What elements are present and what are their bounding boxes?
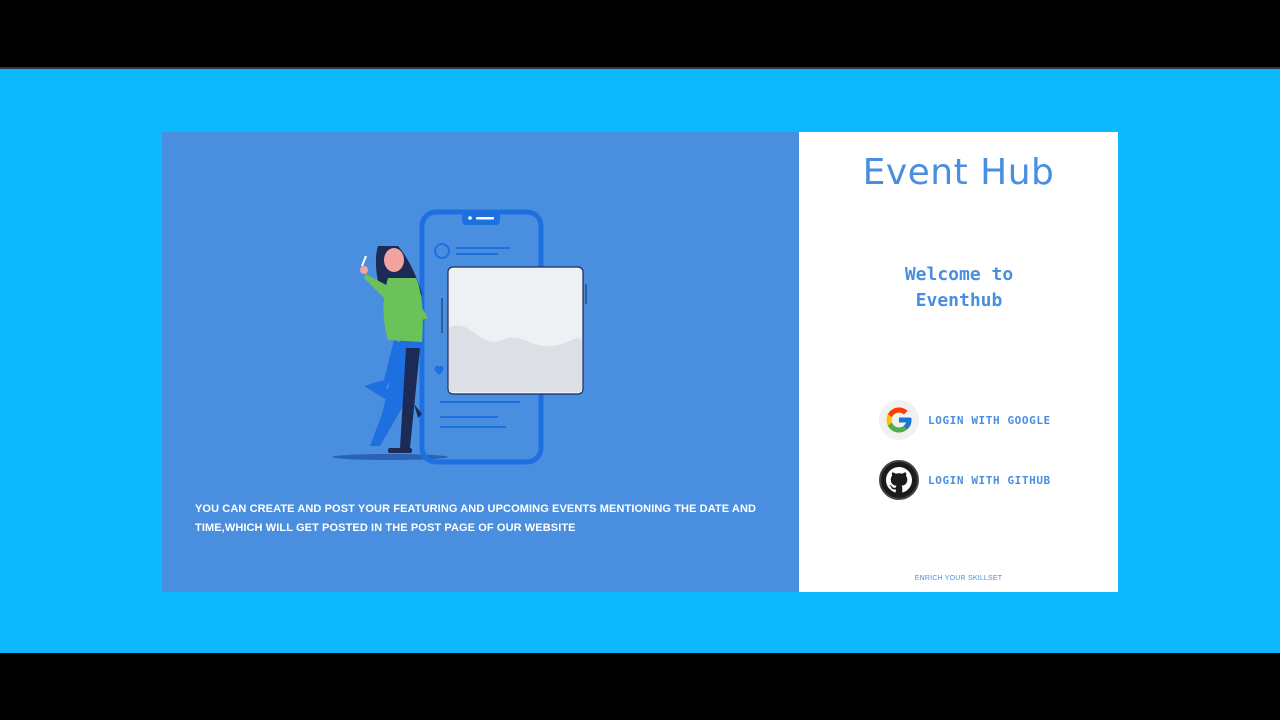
github-icon: [879, 460, 919, 500]
welcome-line-2: Eventhub: [915, 290, 1003, 311]
google-login-label: LOGIN WITH GOOGLE: [928, 413, 1051, 427]
google-icon: [879, 400, 919, 440]
login-with-github-button[interactable]: LOGIN WITH GITHUB: [879, 459, 1079, 501]
login-card: YOU CAN CREATE AND POST YOUR FEATURING A…: [162, 132, 1118, 592]
person-with-phone-illustration: [332, 209, 587, 465]
welcome-message: Welcome to Eventhub: [859, 262, 1059, 314]
feature-description: YOU CAN CREATE AND POST YOUR FEATURING A…: [195, 503, 757, 534]
login-with-google-button[interactable]: LOGIN WITH GOOGLE: [879, 399, 1079, 441]
brand-title: Event Hub: [862, 152, 1055, 193]
login-panel: Event Hub Welcome to Eventhub LOGIN WITH…: [799, 132, 1118, 592]
footer-tagline: ENRICH YOUR SKILLSET: [914, 575, 1003, 582]
github-login-label: LOGIN WITH GITHUB: [928, 473, 1051, 487]
welcome-line-1: Welcome to: [904, 264, 1014, 285]
info-panel: YOU CAN CREATE AND POST YOUR FEATURING A…: [162, 132, 799, 592]
